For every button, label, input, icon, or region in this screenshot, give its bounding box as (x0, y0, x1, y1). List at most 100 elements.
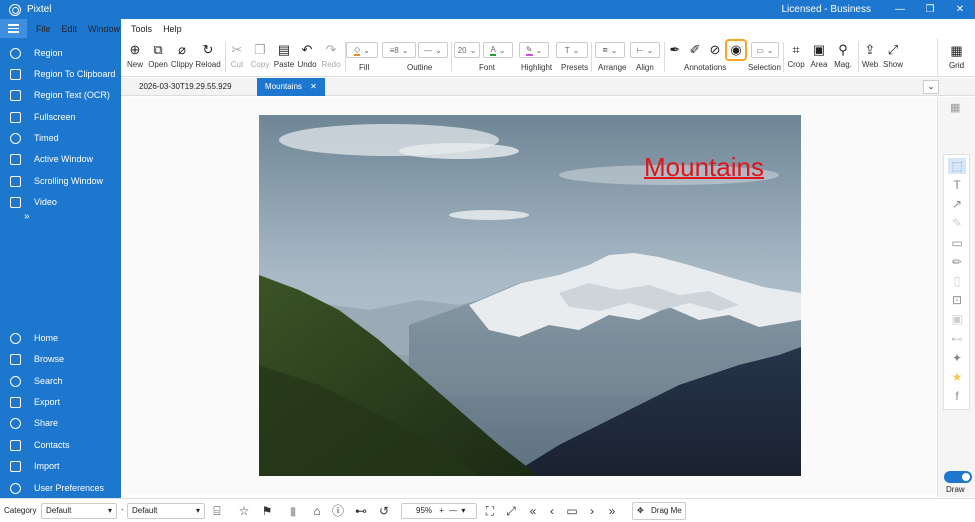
note-tool-icon[interactable]: ▯ (948, 273, 966, 289)
align-dropdown[interactable]: ⊢ ⌄ (630, 42, 660, 58)
maximize-button[interactable]: ❐ (915, 4, 945, 15)
category-select[interactable]: Default ▾ (41, 503, 117, 519)
layout-grid-icon[interactable]: ▦ (950, 101, 964, 115)
arrange-dropdown[interactable]: ⧈ ⌄ (595, 42, 625, 58)
line-width-dropdown[interactable]: ≡8 ⌄ (382, 42, 416, 58)
sidebar-item-timed[interactable]: Timed (0, 129, 121, 147)
tag-icon[interactable]: ⌂ (310, 504, 324, 518)
highlight-dropdown[interactable]: ✎ ⌄ (519, 42, 549, 58)
sidebar-item-region-to-clipboard[interactable]: Region To Clipboard (0, 65, 121, 83)
sidebar-item-search[interactable]: Search (0, 372, 121, 390)
edit-tags-icon[interactable]: ⌸ (210, 504, 224, 518)
sparkle-tool-icon[interactable]: ✦ (948, 350, 966, 366)
zoom-out-icon[interactable]: — (449, 506, 457, 515)
link-icon[interactable]: ⊷ (354, 504, 368, 518)
show-button[interactable]: ⤢ Show (881, 40, 905, 74)
minimize-button[interactable]: — (885, 4, 915, 15)
select-tool-icon[interactable]: ⬚ (948, 158, 966, 174)
close-window-button[interactable]: ✕ (945, 4, 975, 15)
sidebar-item-user-preferences[interactable]: User Preferences (0, 479, 121, 497)
clippy-button[interactable]: ⌀ Clippy (170, 40, 194, 74)
font-color-dropdown[interactable]: A ⌄ (483, 42, 513, 58)
editor-canvas[interactable]: Mountains (124, 97, 936, 495)
selection-dropdown[interactable]: ▭ ⌄ (751, 42, 779, 58)
menu-help[interactable]: Help (163, 24, 182, 34)
drag-me-button[interactable]: ✥ Drag Me (632, 502, 686, 520)
chevron-down-icon: ⌄ (498, 45, 506, 55)
rectangle-tool-icon[interactable]: ▭ (948, 235, 966, 251)
text-box-tool-icon[interactable]: ⊡ (948, 292, 966, 308)
move-arrows-icon: ✥ (637, 506, 644, 515)
text-tool-icon[interactable]: T (948, 177, 966, 193)
paste-button[interactable]: ▤ Paste (272, 40, 296, 74)
line-style-icon: — (424, 45, 433, 55)
expand-icon[interactable]: ⤢ (504, 504, 518, 518)
sidebar-item-home[interactable]: Home (0, 329, 121, 347)
tab-screenshot[interactable]: 2026-03-30T19.29.55.929 (131, 78, 240, 96)
first-page-icon[interactable]: « (526, 504, 540, 518)
sidebar-item-video[interactable]: Video (0, 193, 121, 211)
font-size-dropdown[interactable]: 20 ⌄ (454, 42, 480, 58)
star-icon[interactable]: ☆ (237, 504, 251, 518)
sidebar-item-fullscreen[interactable]: Fullscreen (0, 108, 121, 126)
mountain-photo[interactable]: Mountains (259, 115, 801, 476)
more-chevron-icon[interactable]: » (24, 211, 30, 222)
redo-button[interactable]: ↷ Redo (320, 40, 342, 74)
pen-tool-icon[interactable]: ✏ (948, 254, 966, 270)
draw-toggle[interactable] (944, 471, 972, 483)
sidebar-item-scrolling-window[interactable]: Scrolling Window (0, 172, 121, 190)
next-page-icon[interactable]: › (585, 504, 599, 518)
chevron-down-icon[interactable]: ▾ (461, 506, 465, 515)
sidebar-item-export[interactable]: Export (0, 393, 121, 411)
fill-dropdown[interactable]: ◇ ⌄ (346, 42, 378, 58)
secondary-select[interactable]: Default ▾ (127, 503, 205, 519)
sidebar-item-region[interactable]: Region (0, 44, 121, 62)
text-annotation[interactable]: Mountains (644, 152, 764, 183)
bookmark-icon[interactable]: ▮ (286, 504, 300, 518)
line-style-dropdown[interactable]: — ⌄ (418, 42, 448, 58)
area-button[interactable]: ▣ Area (808, 40, 830, 74)
tab-mountains[interactable]: Mountains ✕ (257, 78, 325, 96)
close-tab-icon[interactable]: ✕ (310, 82, 317, 91)
previous-page-icon[interactable]: ‹ (545, 504, 559, 518)
info-icon[interactable]: ⓘ (331, 504, 345, 518)
reload-button[interactable]: ↻ Reload (194, 40, 222, 74)
zoom-control[interactable]: 95% + — ▾ (401, 503, 477, 519)
cut-button[interactable]: ✂ Cut (228, 40, 246, 74)
hamburger-menu-icon[interactable] (0, 19, 27, 38)
copy-button[interactable]: ❐ Copy (249, 40, 271, 74)
current-page-icon[interactable]: ▭ (565, 504, 579, 518)
pen-tool-button[interactable]: ✒ (665, 40, 685, 74)
arrow-tool-icon[interactable]: ↗ (948, 196, 966, 212)
presets-dropdown[interactable]: T ⌄ (556, 42, 588, 58)
flag-icon[interactable]: ⚑ (260, 504, 274, 518)
pencil-tool-icon[interactable]: ✎ (948, 215, 966, 231)
undo-button[interactable]: ↶ Undo (296, 40, 318, 74)
last-page-icon[interactable]: » (605, 504, 619, 518)
open-button[interactable]: ⧉ Open (146, 40, 170, 74)
crop-button[interactable]: ⌗ Crop (785, 40, 807, 74)
stamp-tool-icon[interactable]: ▣ (948, 311, 966, 327)
history-icon[interactable]: ↺ (377, 504, 391, 518)
sidebar-item-share[interactable]: Share (0, 414, 121, 432)
fit-screen-icon[interactable]: ⛶ (483, 504, 497, 518)
format-text-tool-icon[interactable]: f (948, 388, 966, 404)
menu-tools[interactable]: Tools (131, 24, 152, 34)
sidebar-item-contacts[interactable]: Contacts (0, 436, 121, 454)
tab-list-dropdown[interactable]: ⌄ (923, 80, 939, 94)
menu-file[interactable]: File (36, 24, 51, 34)
web-button[interactable]: ⇪ Web (859, 40, 881, 74)
record-annotation-button[interactable]: ◉ (724, 39, 748, 74)
sidebar-item-import[interactable]: Import (0, 457, 121, 475)
grid-button[interactable]: ▦ Grid (937, 38, 975, 77)
sidebar-item-active-window[interactable]: Active Window (0, 150, 121, 168)
menu-edit[interactable]: Edit (62, 24, 78, 34)
zoom-in-icon[interactable]: + (439, 506, 444, 515)
star-tool-icon[interactable]: ★ (948, 369, 966, 385)
sidebar-item-region-text-ocr[interactable]: Region Text (OCR) (0, 86, 121, 104)
sidebar-item-browse[interactable]: Browse (0, 350, 121, 368)
magnify-button[interactable]: ⚲ Mag. (831, 40, 855, 74)
menu-window[interactable]: Window (88, 24, 120, 34)
link-tool-icon[interactable]: ⊷ (948, 331, 966, 347)
new-button[interactable]: ⊕ New (124, 40, 146, 74)
